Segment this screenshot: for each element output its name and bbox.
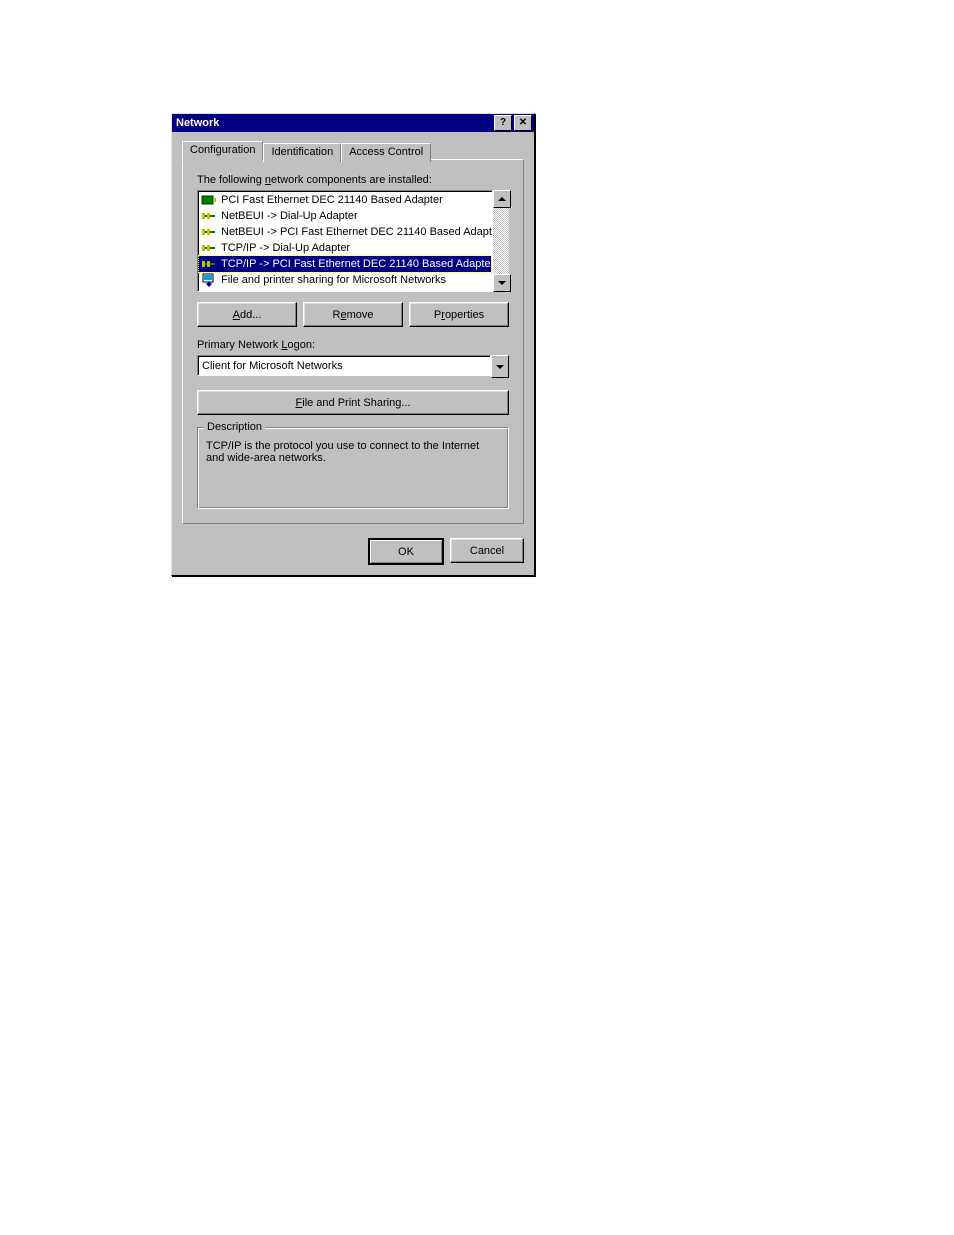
scroll-up-button[interactable] (493, 190, 511, 208)
help-button[interactable]: ? (494, 115, 512, 131)
chevron-down-icon (498, 281, 506, 285)
properties-button[interactable]: Properties (409, 302, 509, 327)
list-item-label: File and printer sharing for Microsoft N… (221, 274, 446, 286)
description-group: Description TCP/IP is the protocol you u… (197, 427, 509, 509)
adapter-icon (201, 192, 217, 208)
primary-logon-label: Primary Network Logon: (197, 339, 509, 351)
tab-identification[interactable]: Identification (263, 143, 341, 162)
chevron-down-icon (496, 365, 504, 369)
list-item[interactable]: File and printer sharing for Microsoft N… (199, 272, 491, 288)
scroll-down-button[interactable] (493, 274, 511, 292)
list-item-label: TCP/IP -> PCI Fast Ethernet DEC 21140 Ba… (221, 258, 493, 270)
protocol-icon (201, 240, 217, 256)
window-title: Network (174, 117, 492, 129)
list-item-label: NetBEUI -> Dial-Up Adapter (221, 210, 358, 222)
description-legend: Description (204, 421, 265, 433)
description-text: TCP/IP is the protocol you use to connec… (206, 440, 500, 464)
protocol-icon (201, 224, 217, 240)
listbox-scrollbar[interactable] (493, 190, 509, 292)
scroll-track[interactable] (493, 208, 509, 274)
close-button[interactable]: ✕ (514, 115, 532, 131)
tab-access-control[interactable]: Access Control (341, 143, 431, 162)
question-icon: ? (500, 118, 506, 128)
tab-panel: The following network components are ins… (182, 159, 524, 524)
components-label: The following network components are ins… (197, 174, 509, 186)
title-bar[interactable]: Network ? ✕ (172, 114, 534, 132)
tab-strip: Configuration Identification Access Cont… (182, 141, 524, 160)
list-item[interactable]: NetBEUI -> Dial-Up Adapter (199, 208, 491, 224)
list-item[interactable]: NetBEUI -> PCI Fast Ethernet DEC 21140 B… (199, 224, 491, 240)
cancel-button[interactable]: Cancel (450, 538, 524, 563)
dialog-footer: OK Cancel (172, 532, 534, 575)
protocol-icon (201, 256, 217, 272)
network-dialog: Network ? ✕ Configuration Identification… (171, 113, 535, 576)
ok-button[interactable]: OK (368, 538, 444, 565)
file-share-icon (201, 272, 217, 288)
close-icon: ✕ (519, 118, 527, 128)
tab-configuration[interactable]: Configuration (182, 141, 263, 161)
remove-button[interactable]: Remove (303, 302, 403, 327)
list-item-label: NetBEUI -> PCI Fast Ethernet DEC 21140 B… (221, 226, 493, 238)
list-item-selected[interactable]: TCP/IP -> PCI Fast Ethernet DEC 21140 Ba… (199, 256, 491, 272)
add-button[interactable]: Add... (197, 302, 297, 327)
primary-logon-value: Client for Microsoft Networks (197, 355, 491, 376)
list-item-label: TCP/IP -> Dial-Up Adapter (221, 242, 350, 254)
file-print-sharing-button[interactable]: File and Print Sharing... (197, 390, 509, 415)
combo-drop-button[interactable] (491, 355, 509, 378)
chevron-up-icon (498, 197, 506, 201)
list-item[interactable]: PCI Fast Ethernet DEC 21140 Based Adapte… (199, 192, 491, 208)
protocol-icon (201, 208, 217, 224)
list-item-label: PCI Fast Ethernet DEC 21140 Based Adapte… (221, 194, 443, 206)
components-listbox[interactable]: PCI Fast Ethernet DEC 21140 Based Adapte… (197, 190, 493, 292)
primary-logon-combo[interactable]: Client for Microsoft Networks (197, 355, 509, 378)
list-item[interactable]: TCP/IP -> Dial-Up Adapter (199, 240, 491, 256)
